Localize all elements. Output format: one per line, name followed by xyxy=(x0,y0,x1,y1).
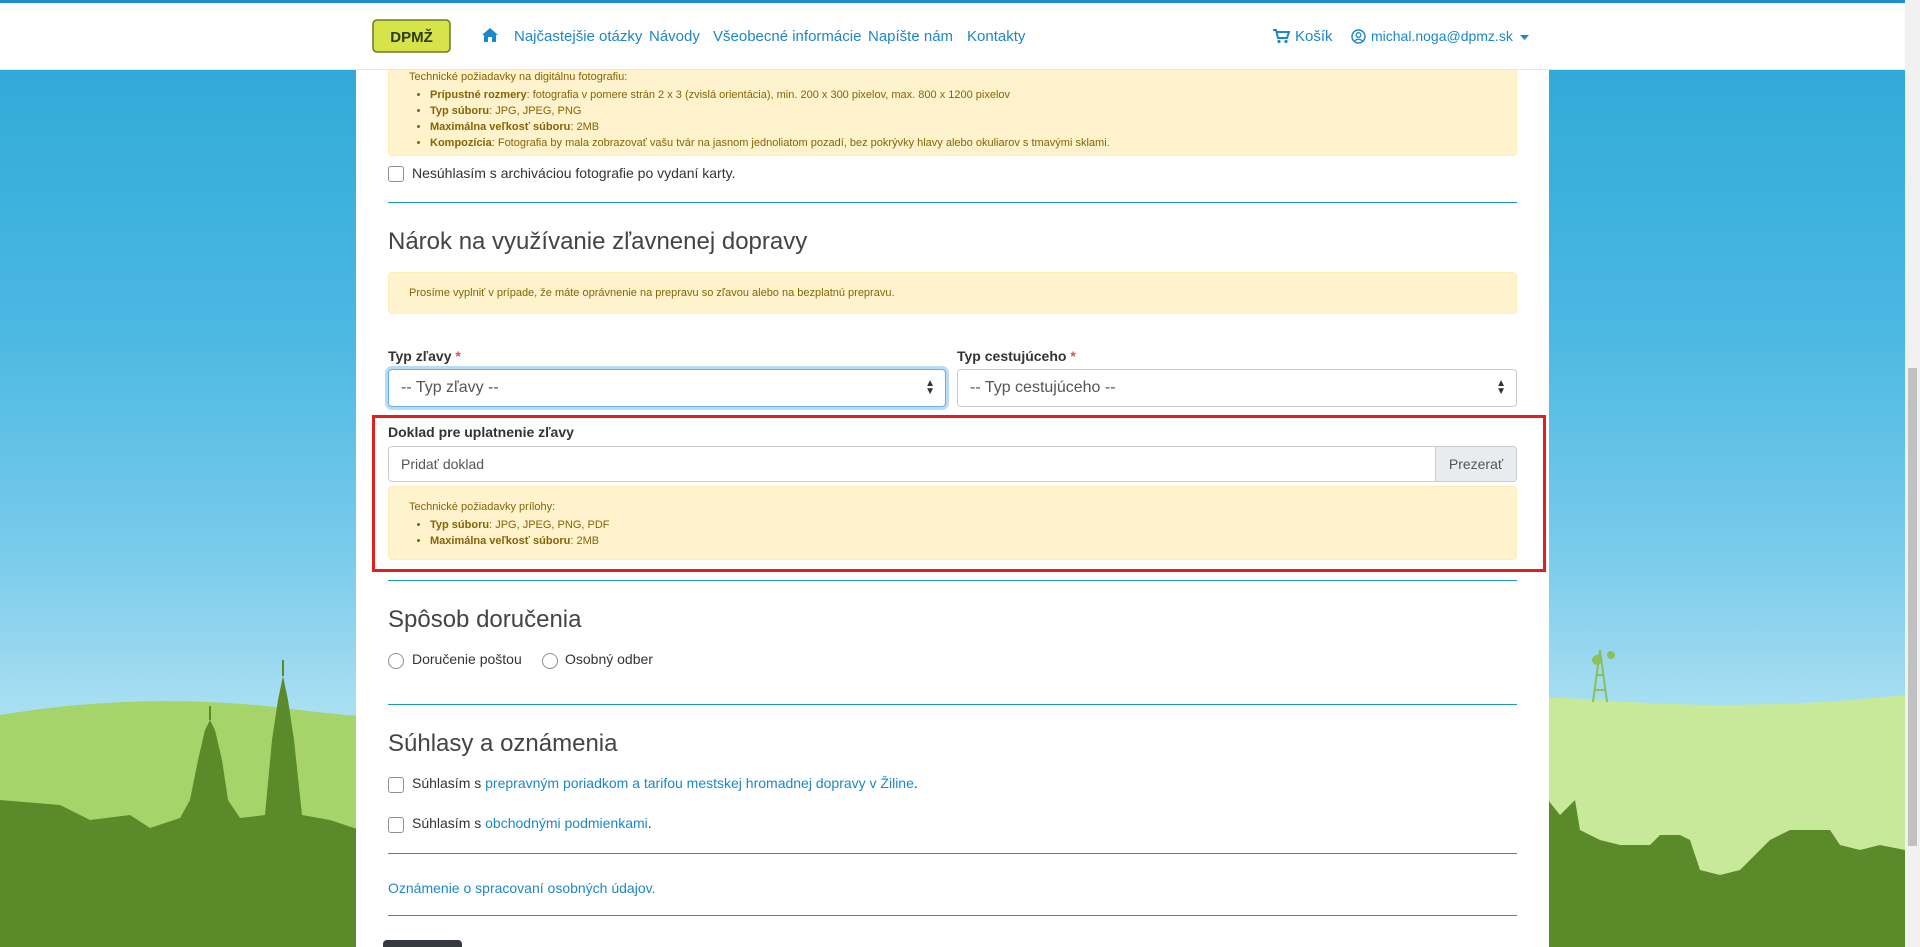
select-arrows-icon: ▲ ▼ xyxy=(925,378,935,397)
delivery-post-label: Doručenie poštou xyxy=(412,651,522,667)
transport-rules-label: Súhlasím s prepravným poriadkom a tarifo… xyxy=(412,775,918,791)
photo-requirements-alert: Technické požiadavky na digitálnu fotogr… xyxy=(388,64,1517,156)
photo-requirements-heading: Technické požiadavky na digitálnu fotogr… xyxy=(409,71,628,83)
scrollbar[interactable] xyxy=(1905,0,1920,947)
delivery-pickup-label: Osobný odber xyxy=(565,651,653,667)
caret-down-icon xyxy=(1520,35,1529,40)
user-circle-icon xyxy=(1351,29,1366,44)
list-item: Prípustné rozmery: fotografia v pomere s… xyxy=(430,87,1110,103)
consent-section-title: Súhlasy a oznámenia xyxy=(388,730,618,757)
scrollbar-thumb[interactable] xyxy=(1908,368,1917,846)
discount-type-value: -- Typ zľavy -- xyxy=(401,379,499,396)
home-icon[interactable] xyxy=(481,26,499,44)
nav-general-info[interactable]: Všeobecné informácie xyxy=(713,28,861,45)
navbar: DPMŽ Najčastejšie otázky Návody Všeobecn… xyxy=(0,3,1905,70)
terms-link[interactable]: obchodnými podmienkami xyxy=(485,815,648,831)
passenger-type-label: Typ cestujúceho * xyxy=(957,348,1076,364)
dpmz-logo[interactable]: DPMŽ xyxy=(372,19,451,53)
terms-label: Súhlasím s obchodnými podmienkami. xyxy=(412,815,652,831)
discount-info-text: Prosíme vyplniť v prípade, že máte opráv… xyxy=(409,287,895,299)
select-arrows-icon: ▲ ▼ xyxy=(1496,378,1506,397)
delivery-section-title: Spôsob doručenia xyxy=(388,606,582,633)
cart-label: Košík xyxy=(1295,28,1333,45)
logo-text: DPMŽ xyxy=(390,28,433,46)
passenger-type-value: -- Typ cestujúceho -- xyxy=(970,379,1116,396)
divider xyxy=(388,704,1517,705)
transport-rules-checkbox[interactable] xyxy=(388,777,404,793)
delivery-post-radio[interactable] xyxy=(388,653,404,669)
divider xyxy=(388,915,1517,916)
highlight-frame xyxy=(372,415,1546,572)
divider xyxy=(388,580,1517,581)
divider xyxy=(388,202,1517,203)
submit-button[interactable] xyxy=(383,940,462,947)
delivery-pickup-radio[interactable] xyxy=(542,653,558,669)
nav-contacts[interactable]: Kontakty xyxy=(967,28,1025,45)
passenger-type-select[interactable]: -- Typ cestujúceho -- ▲ ▼ xyxy=(957,369,1517,407)
user-email: michal.noga@dpmz.sk xyxy=(1371,28,1513,44)
cart-icon xyxy=(1273,29,1290,44)
divider xyxy=(388,853,1517,854)
list-item: Kompozícia: Fotografia by mala zobrazova… xyxy=(430,135,1110,151)
photo-requirements-list: Prípustné rozmery: fotografia v pomere s… xyxy=(389,87,1110,151)
discount-type-label: Typ zľavy * xyxy=(388,348,461,364)
terms-checkbox[interactable] xyxy=(388,817,404,833)
discount-info-alert: Prosíme vyplniť v prípade, že máte opráv… xyxy=(388,272,1517,314)
nav-guides[interactable]: Návody xyxy=(649,28,700,45)
nav-faq[interactable]: Najčastejšie otázky xyxy=(514,28,642,45)
archive-refuse-checkbox[interactable] xyxy=(388,166,404,182)
transport-rules-link[interactable]: prepravným poriadkom a tarifou mestskej … xyxy=(485,775,914,791)
top-accent-line xyxy=(0,0,1905,3)
nav-write-us[interactable]: Napíšte nám xyxy=(868,28,953,45)
privacy-notice-link[interactable]: Oznámenie o spracovaní osobných údajov. xyxy=(388,880,655,896)
list-item: Maximálna veľkosť súboru: 2MB xyxy=(430,119,1110,135)
radio-tower xyxy=(1592,649,1615,703)
list-item: Typ súboru: JPG, JPEG, PNG xyxy=(430,103,1110,119)
discount-type-select[interactable]: -- Typ zľavy -- ▲ ▼ xyxy=(388,369,946,407)
discount-section-title: Nárok na využívanie zľavnenej dopravy xyxy=(388,228,808,255)
archive-refuse-label: Nesúhlasím s archiváciou fotografie po v… xyxy=(412,165,736,181)
